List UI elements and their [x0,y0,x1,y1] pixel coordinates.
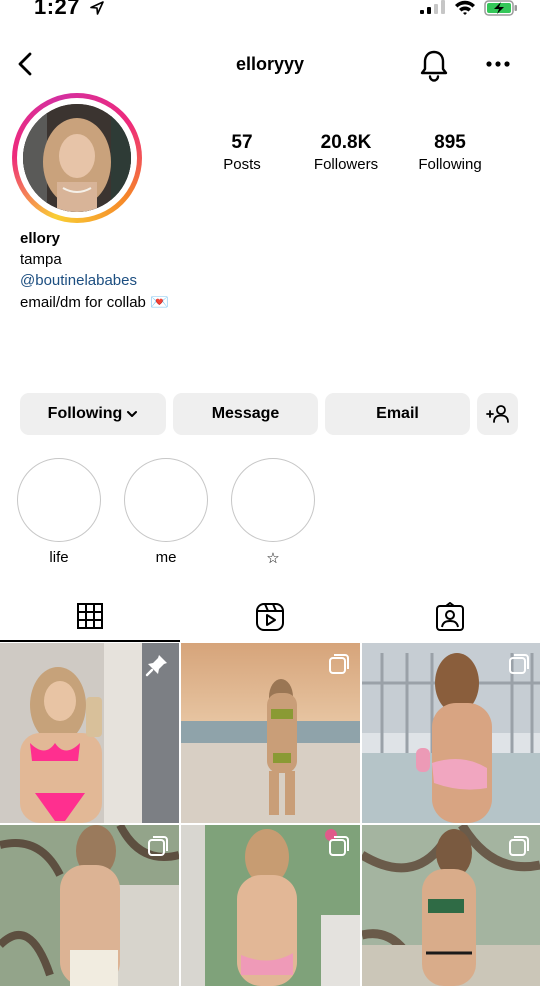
tab-posts-grid[interactable] [0,592,180,642]
following-label: Following [418,156,482,173]
highlight-me[interactable]: me [124,458,208,566]
reels-icon [256,603,284,631]
highlight-cover [124,458,208,542]
clock-text: 1:27 [34,0,81,19]
following-stat[interactable]: 895 Following [398,132,502,173]
post-thumbnail[interactable] [0,643,179,823]
avatar [23,104,131,212]
highlight-label: ☆ [266,550,280,567]
tagged-icon [436,602,464,631]
multi-photo-icon [329,654,349,674]
following-count: 895 [434,132,466,153]
posts-stat[interactable]: 57 Posts [190,132,294,173]
posts-count: 57 [231,132,253,153]
post-thumbnail[interactable] [181,825,360,986]
posts-label: Posts [223,156,261,173]
profile-header: elloryyy [0,44,540,86]
followers-label: Followers [313,156,379,173]
profile-bio: ellory tampa @boutinelababes email/dm fo… [20,230,520,314]
profile-stats: 57 Posts 20.8K Followers 895 Following [190,132,510,182]
avatar-photo [23,104,131,212]
message-button-label: Message [211,405,280,422]
post-thumbnail[interactable] [362,825,540,986]
more-dots-icon[interactable] [484,54,512,74]
followers-count: 20.8K [320,132,372,153]
highlight-label: me [155,549,177,566]
add-user-icon [485,405,509,423]
profile-actions: Following Message Email [20,393,520,435]
bio-text: email/dm for collab 💌 [20,294,169,311]
profile-tabs [0,592,540,642]
avatar-border [17,98,137,218]
post-thumbnail[interactable] [0,825,179,986]
multi-photo-icon [329,836,349,856]
location-arrow-icon [89,1,104,15]
profile-username: elloryyy [235,54,305,74]
bio-mention-link[interactable]: @boutinelababes [20,272,520,293]
chevron-down-icon [127,411,138,417]
tab-reels[interactable] [180,592,360,642]
post-thumbnail[interactable] [181,643,360,823]
wifi-icon [455,0,475,15]
add-user-button[interactable] [477,393,518,435]
multi-photo-icon [509,836,529,856]
posts-grid [0,643,540,986]
followers-stat[interactable]: 20.8K Followers [294,132,398,173]
status-time: 1:27 [34,0,105,20]
status-icons [420,0,518,16]
battery-charging-icon [484,0,517,16]
pinned-icon [145,655,167,677]
display-name: ellory [20,230,61,247]
multi-photo-icon [148,836,168,856]
cellular-signal-icon [420,0,445,14]
highlight-cover [17,458,101,542]
email-button-label: Email [376,405,419,422]
highlight-label: life [49,549,69,566]
tab-tagged[interactable] [360,592,540,642]
story-highlights: life me ☆ [17,458,347,568]
highlight-life[interactable]: life [17,458,101,566]
bell-icon[interactable] [418,48,450,82]
multi-photo-icon [509,654,529,674]
bio-location: tampa [20,251,62,268]
highlight-cover [231,458,315,542]
post-thumbnail[interactable] [362,643,540,823]
highlight-star[interactable]: ☆ [231,458,315,567]
email-button[interactable]: Email [325,393,470,435]
grid-icon [77,603,103,629]
following-button[interactable]: Following [20,393,166,435]
status-bar: 1:27 [0,0,540,22]
story-ring[interactable] [12,93,142,223]
message-button[interactable]: Message [173,393,318,435]
following-button-label: Following [47,405,123,422]
